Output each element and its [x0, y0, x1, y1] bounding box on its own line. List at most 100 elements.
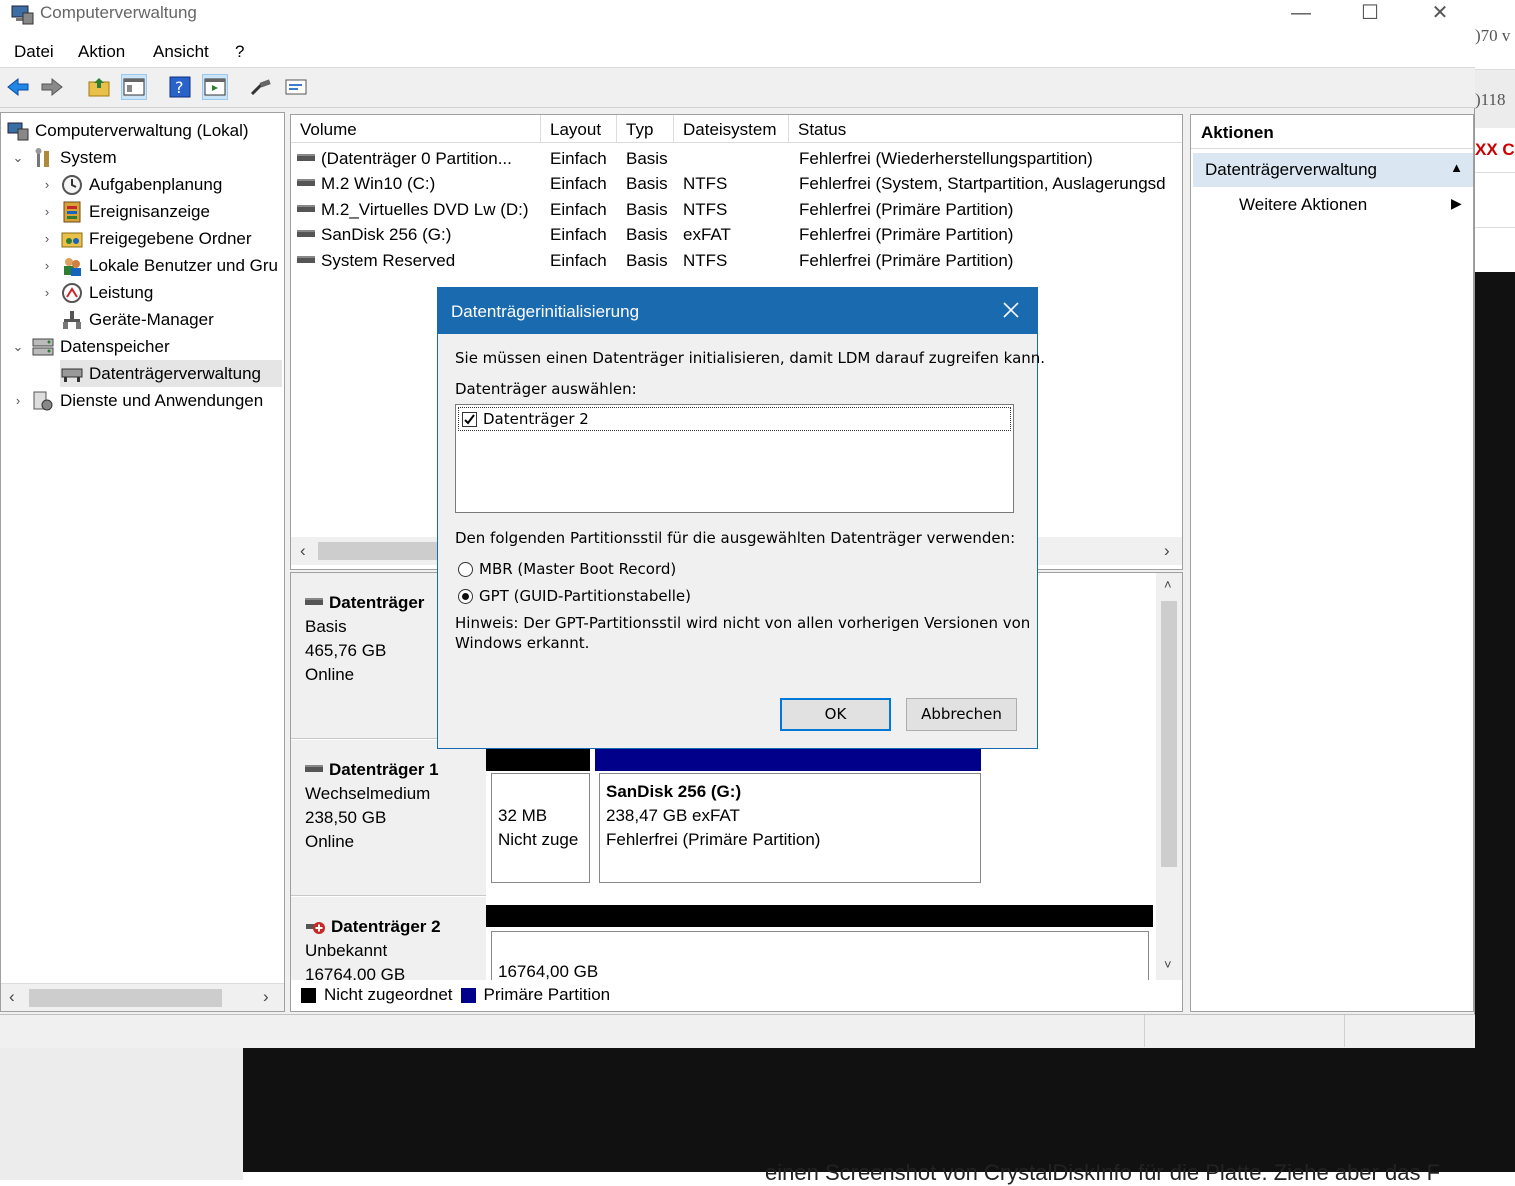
hint-text-1: Hinweis: Der GPT-Partitionsstil wird nic… — [455, 614, 1031, 632]
unallocated-partition-1[interactable]: 32 MB Nicht zuge — [491, 773, 590, 883]
chevron-down-icon[interactable]: ⌄ — [9, 150, 27, 166]
partition-style-label: Den folgenden Partitionsstil für die aus… — [455, 529, 1016, 547]
scroll-left-icon[interactable]: ‹ — [300, 541, 306, 561]
disk-management-icon — [60, 362, 84, 386]
mbr-option[interactable]: MBR (Master Boot Record) — [458, 560, 676, 578]
background-bottom-left — [0, 1048, 243, 1180]
chevron-right-icon[interactable]: › — [38, 231, 56, 246]
table-row[interactable]: M.2 Win10 (C:) Einfach Basis NTFS Fehler… — [291, 172, 1182, 197]
chevron-right-icon[interactable]: › — [38, 285, 56, 300]
column-header-layout[interactable]: Layout — [541, 115, 617, 143]
column-header-typ[interactable]: Typ — [617, 115, 674, 143]
back-icon[interactable] — [5, 74, 31, 100]
disk-icon — [305, 598, 323, 606]
column-header-dateisystem[interactable]: Dateisystem — [674, 115, 789, 143]
graph-vertical-scrollbar[interactable]: ˄ ˅ — [1156, 573, 1182, 980]
menu-ansicht[interactable]: Ansicht — [153, 42, 209, 62]
close-window-button[interactable]: ✕ — [1405, 0, 1475, 30]
chevron-right-icon[interactable]: › — [38, 204, 56, 219]
scroll-right-icon[interactable]: › — [263, 987, 269, 1007]
actions-section-datentraegerverwaltung[interactable]: Datenträgerverwaltung ▲ — [1193, 153, 1473, 187]
connect-icon[interactable] — [248, 74, 274, 100]
action-weitere-aktionen[interactable]: Weitere Aktionen — [1239, 195, 1367, 215]
table-row[interactable]: SanDisk 256 (G:) Einfach Basis exFAT Feh… — [291, 223, 1182, 248]
tree-item-freigegebene-ordner[interactable]: › Freigegebene Ordner — [38, 225, 252, 252]
chevron-right-icon[interactable]: › — [9, 393, 27, 408]
menu-help[interactable]: ? — [235, 42, 244, 62]
toolbar: ? — [0, 68, 1475, 108]
menu-aktion[interactable]: Aktion — [78, 42, 125, 62]
dialog-title: Datenträgerinitialisierung — [451, 302, 640, 321]
scrollbar-thumb[interactable] — [29, 989, 222, 1007]
mbr-radio[interactable] — [458, 561, 473, 577]
column-header-status[interactable]: Status — [789, 115, 1182, 143]
submenu-arrow-icon[interactable]: ▶ — [1451, 195, 1462, 212]
chevron-right-icon[interactable]: › — [38, 177, 56, 192]
disk-1-label[interactable]: Datenträger 1 Wechselmedium 238,50 GB On… — [291, 740, 486, 896]
forward-icon[interactable] — [39, 74, 65, 100]
collapse-up-icon[interactable]: ▲ — [1450, 160, 1463, 175]
tree-item-computerverwaltung[interactable]: Computerverwaltung (Lokal) — [6, 117, 249, 144]
minimize-button[interactable]: — — [1266, 0, 1336, 30]
performance-icon — [60, 281, 84, 305]
tree-item-datentraegerverwaltung[interactable]: Datenträgerverwaltung — [60, 360, 282, 387]
ok-button[interactable]: OK — [780, 698, 891, 731]
scroll-down-icon[interactable]: ˅ — [1164, 957, 1172, 972]
actions-pane: Aktionen Datenträgerverwaltung ▲ Weitere… — [1190, 114, 1474, 1012]
dialog-intro-text: Sie müssen einen Datenträger initialisie… — [455, 349, 1046, 367]
scroll-right-icon[interactable]: › — [1164, 541, 1170, 561]
event-viewer-icon — [60, 200, 84, 224]
help-icon[interactable]: ? — [167, 74, 193, 100]
disk-2-partition[interactable]: 16764,00 GB — [491, 931, 1149, 983]
legend-label-unallocated: Nicht zugeordnet — [324, 985, 453, 1004]
disk-list-item[interactable]: Datenträger 2 — [458, 407, 1011, 431]
status-bar — [0, 1014, 1475, 1048]
cancel-button[interactable]: Abbrechen — [906, 698, 1017, 731]
disk-2-label[interactable]: Datenträger 2 Unbekannt 16764,00 GB — [291, 897, 486, 984]
tree-item-ereignisanzeige[interactable]: › Ereignisanzeige — [38, 198, 210, 225]
tree-item-aufgabenplanung[interactable]: › Aufgabenplanung — [38, 171, 222, 198]
bg-text-2: )118 — [1475, 90, 1506, 109]
table-row[interactable]: M.2_Virtuelles DVD Lw (D:) Einfach Basis… — [291, 198, 1182, 223]
properties-icon[interactable] — [283, 74, 309, 100]
tree-item-system[interactable]: ⌄ System — [9, 144, 117, 171]
show-hide-console-tree-icon[interactable] — [121, 74, 147, 100]
show-hide-action-pane-icon[interactable] — [202, 74, 228, 100]
background-bottom-dark — [243, 1048, 1515, 1172]
table-row[interactable]: System Reserved Einfach Basis NTFS Fehle… — [291, 249, 1182, 274]
title-bar: Computerverwaltung — ☐ ✕ — [0, 0, 1475, 34]
tree-item-dienste[interactable]: › Dienste und Anwendungen — [9, 387, 263, 414]
tree-item-leistung[interactable]: › Leistung — [38, 279, 153, 306]
disk-checkbox[interactable] — [462, 411, 477, 427]
tree-item-geraete-manager[interactable]: Geräte-Manager — [60, 306, 214, 333]
scrollbar-thumb[interactable] — [318, 542, 448, 560]
drive-icon — [297, 154, 315, 162]
gpt-radio[interactable] — [458, 588, 473, 604]
background-bottom-text: einen Screenshot von CrystalDiskInfo für… — [765, 1160, 1441, 1185]
menu-bar: Datei Aktion Ansicht ? — [0, 34, 1475, 68]
unallocated-bar-disk2 — [486, 905, 1153, 927]
dialog-close-icon[interactable] — [999, 298, 1023, 322]
select-disk-label: Datenträger auswählen: — [455, 380, 637, 398]
sandisk-partition[interactable]: SanDisk 256 (G:) 238,47 GB exFAT Fehlerf… — [599, 773, 981, 883]
tree-item-lokale-benutzer[interactable]: › Lokale Benutzer und Gru — [38, 252, 278, 279]
scroll-up-icon[interactable]: ˄ — [1164, 577, 1172, 592]
chevron-right-icon[interactable]: › — [38, 258, 56, 273]
users-icon — [60, 254, 84, 278]
menu-datei[interactable]: Datei — [14, 42, 54, 62]
table-row[interactable]: (Datenträger 0 Partition... Einfach Basi… — [291, 147, 1182, 172]
scroll-left-icon[interactable]: ‹ — [9, 987, 15, 1007]
tree-item-datenspeicher[interactable]: ⌄ Datenspeicher — [9, 333, 170, 360]
column-header-volume[interactable]: Volume — [291, 115, 541, 143]
app-icon — [11, 5, 34, 25]
gpt-option[interactable]: GPT (GUID-Partitionstabelle) — [458, 587, 691, 605]
storage-icon — [31, 335, 55, 359]
scrollbar-thumb[interactable] — [1161, 601, 1177, 867]
maximize-button[interactable]: ☐ — [1335, 0, 1405, 30]
tree-horizontal-scrollbar[interactable]: ‹ › — [1, 983, 284, 1011]
chevron-down-icon[interactable]: ⌄ — [9, 339, 27, 355]
up-folder-icon[interactable] — [86, 74, 112, 100]
disk-listbox[interactable]: Datenträger 2 — [455, 404, 1014, 513]
drive-icon — [297, 230, 315, 238]
services-icon — [31, 389, 55, 413]
